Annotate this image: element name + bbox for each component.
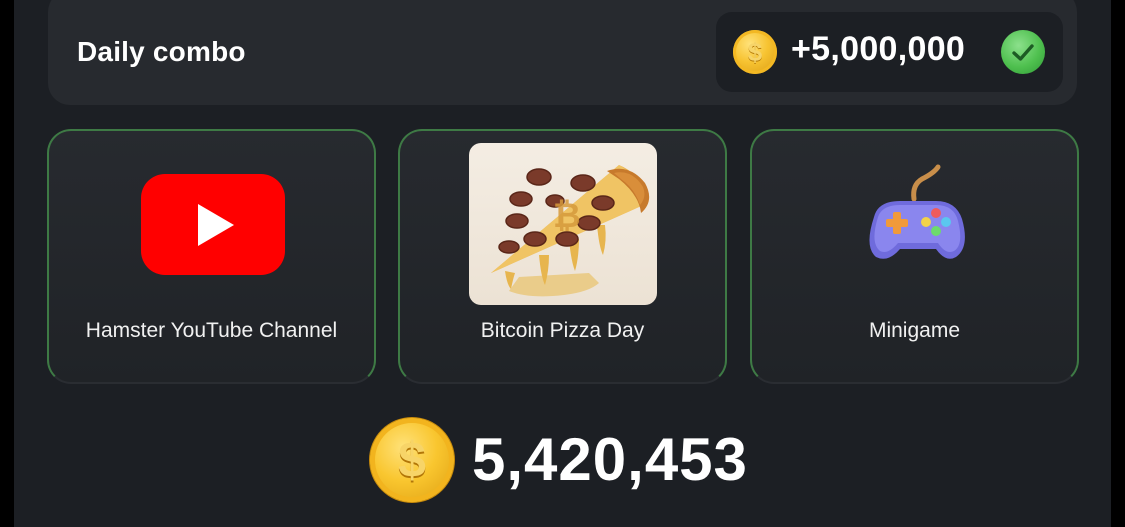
dollar-coin-icon: $ — [733, 30, 777, 74]
combo-card-label: Minigame — [868, 319, 961, 342]
gamepad-icon — [856, 161, 976, 281]
bitcoin-pizza-image: ₿ — [469, 143, 657, 305]
coin-balance: 5,420,453 — [472, 426, 748, 493]
daily-combo-title: Daily combo — [77, 36, 246, 67]
combo-card-youtube[interactable]: Hamster YouTube Channel — [47, 129, 376, 384]
svg-text:₿: ₿ — [553, 196, 581, 236]
daily-combo-reward-value: +5,000,000 — [791, 30, 966, 68]
youtube-logo-icon — [141, 174, 285, 275]
combo-card-minigame[interactable]: Minigame — [750, 129, 1079, 384]
combo-card-label: Bitcoin Pizza Day — [480, 319, 645, 342]
play-icon — [198, 204, 234, 246]
check-circle-icon — [1001, 30, 1045, 74]
dollar-coin-icon: $ — [370, 418, 454, 502]
combo-card-bitcoin-pizza[interactable]: ₿ Bitcoin Pizza Day — [398, 129, 727, 384]
combo-card-label: Hamster YouTube Channel — [85, 319, 338, 342]
